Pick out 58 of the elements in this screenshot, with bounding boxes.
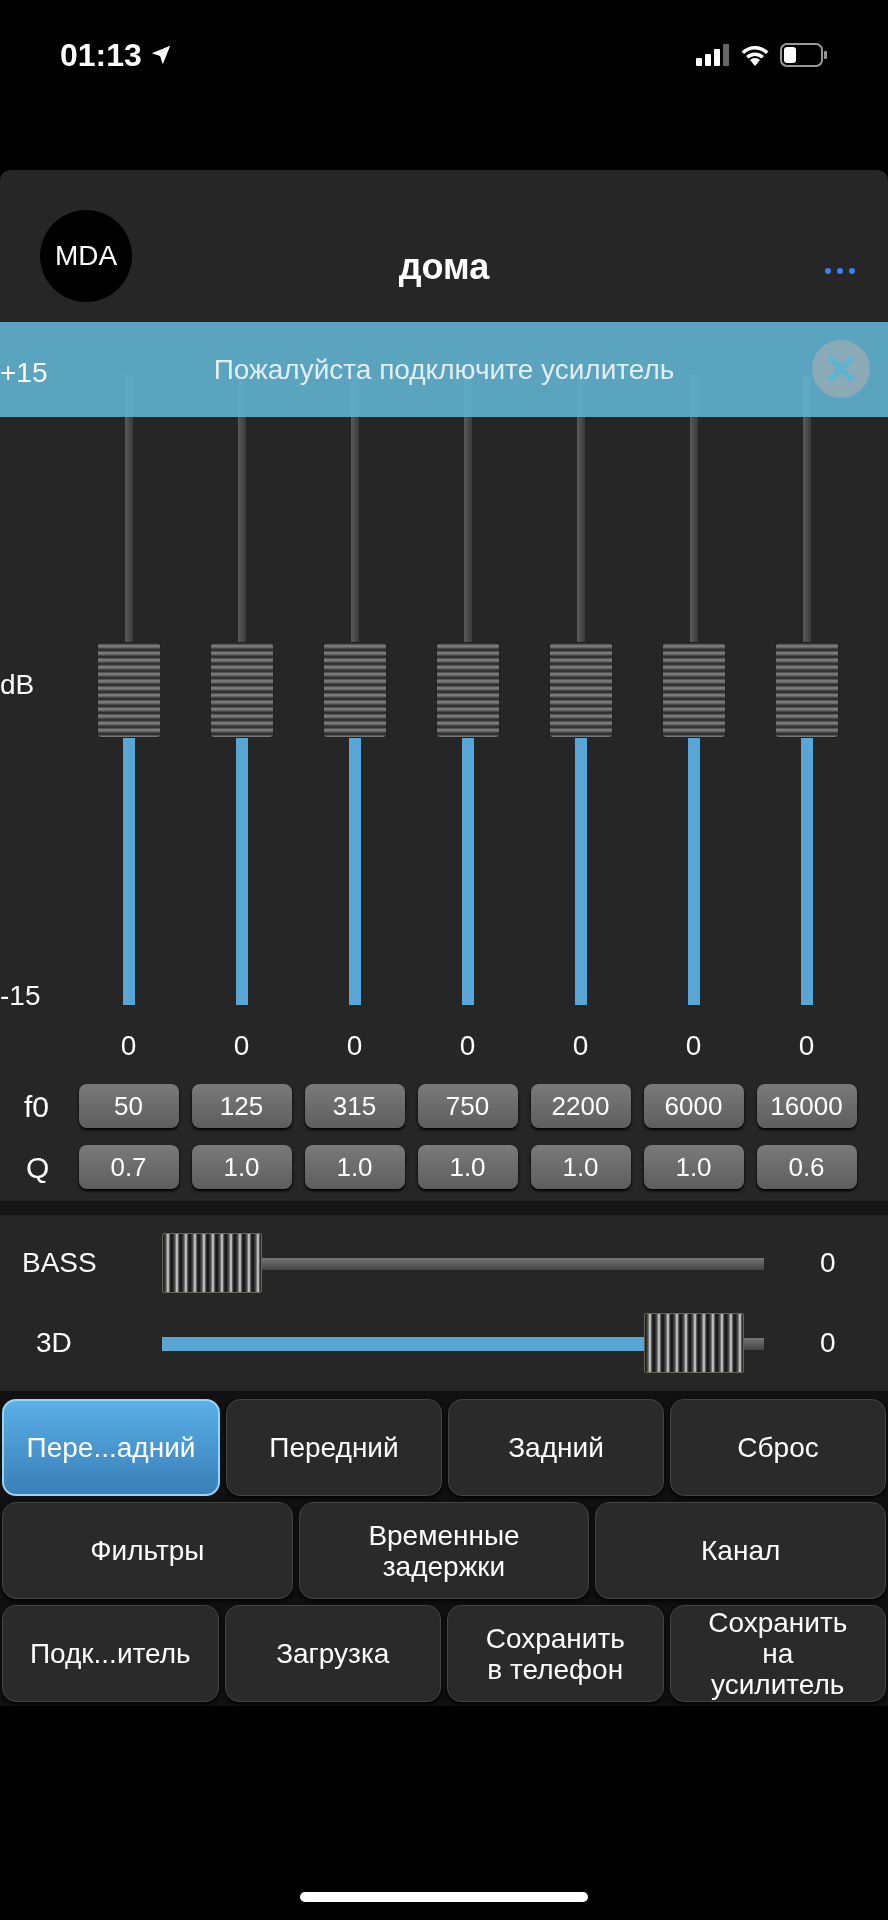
slider-thumb[interactable] <box>162 1233 262 1293</box>
action-button[interactable]: Временные задержки <box>298 1502 590 1599</box>
q-field[interactable]: 0.6 <box>756 1145 857 1189</box>
battery-icon <box>780 43 828 67</box>
action-button[interactable]: Сброс <box>670 1399 886 1496</box>
q-field[interactable]: 0.7 <box>78 1145 179 1189</box>
gain-value: 0 <box>798 1029 815 1063</box>
action-button[interactable]: Сохранить на усилитель <box>669 1605 886 1702</box>
effect-value: 0 <box>820 1246 836 1280</box>
avatar[interactable]: MDA <box>40 210 132 302</box>
slider-thumb[interactable] <box>209 642 274 738</box>
row-label: Q <box>26 1150 50 1184</box>
action-button[interactable]: Фильтры <box>2 1502 293 1599</box>
effect-value: 0 <box>820 1326 836 1360</box>
slider-thumb[interactable] <box>774 642 839 738</box>
slider-thumb[interactable] <box>435 642 500 738</box>
action-button[interactable]: Задний <box>448 1399 664 1496</box>
more-icon[interactable] <box>824 267 856 275</box>
frequency-field[interactable]: 750 <box>417 1084 518 1128</box>
q-field[interactable]: 1.0 <box>530 1145 631 1189</box>
slider-thumb[interactable] <box>643 1313 744 1373</box>
effect-label: 3D <box>35 1327 72 1358</box>
gain-value: 0 <box>685 1029 702 1063</box>
slider-thumb[interactable] <box>661 642 726 738</box>
frequency-field[interactable]: 6000 <box>643 1084 744 1128</box>
status-time: 01:13 <box>60 36 142 75</box>
frequency-field[interactable]: 16000 <box>756 1084 857 1128</box>
q-field[interactable]: 1.0 <box>417 1145 518 1189</box>
q-field[interactable]: 1.0 <box>643 1145 744 1189</box>
gain-value: 0 <box>233 1029 250 1063</box>
action-button[interactable]: Сохранить в телефон <box>447 1605 664 1702</box>
action-button[interactable]: Передний <box>226 1399 442 1496</box>
slider-thumb[interactable] <box>322 642 387 738</box>
slider-thumb[interactable] <box>548 642 613 738</box>
screen-title: дома <box>398 245 490 289</box>
effect-label: BASS <box>22 1247 97 1278</box>
frequency-field[interactable]: 50 <box>78 1084 179 1128</box>
q-field[interactable]: 1.0 <box>304 1145 405 1189</box>
slider-thumb[interactable] <box>96 642 161 738</box>
wifi-icon <box>740 44 770 66</box>
gain-value: 0 <box>346 1029 363 1063</box>
scale-label: -15 <box>0 979 41 1013</box>
action-button[interactable]: Пере...адний <box>2 1399 220 1496</box>
action-button[interactable]: Канал <box>595 1502 886 1599</box>
banner-message: Пожалуйста подключите усилитель <box>213 352 675 387</box>
scale-label: +15 <box>0 356 48 390</box>
scale-label: dB <box>0 667 35 702</box>
row-label: f0 <box>24 1089 50 1123</box>
gain-value: 0 <box>120 1029 137 1063</box>
action-button[interactable]: Подк...итель <box>2 1605 219 1702</box>
frequency-field[interactable]: 315 <box>304 1084 405 1128</box>
gain-value: 0 <box>459 1029 476 1063</box>
signal-icon <box>696 44 730 66</box>
action-button[interactable]: Загрузка <box>224 1605 441 1702</box>
frequency-field[interactable]: 125 <box>191 1084 292 1128</box>
gain-value: 0 <box>572 1029 589 1063</box>
frequency-field[interactable]: 2200 <box>530 1084 631 1128</box>
q-field[interactable]: 1.0 <box>191 1145 292 1189</box>
